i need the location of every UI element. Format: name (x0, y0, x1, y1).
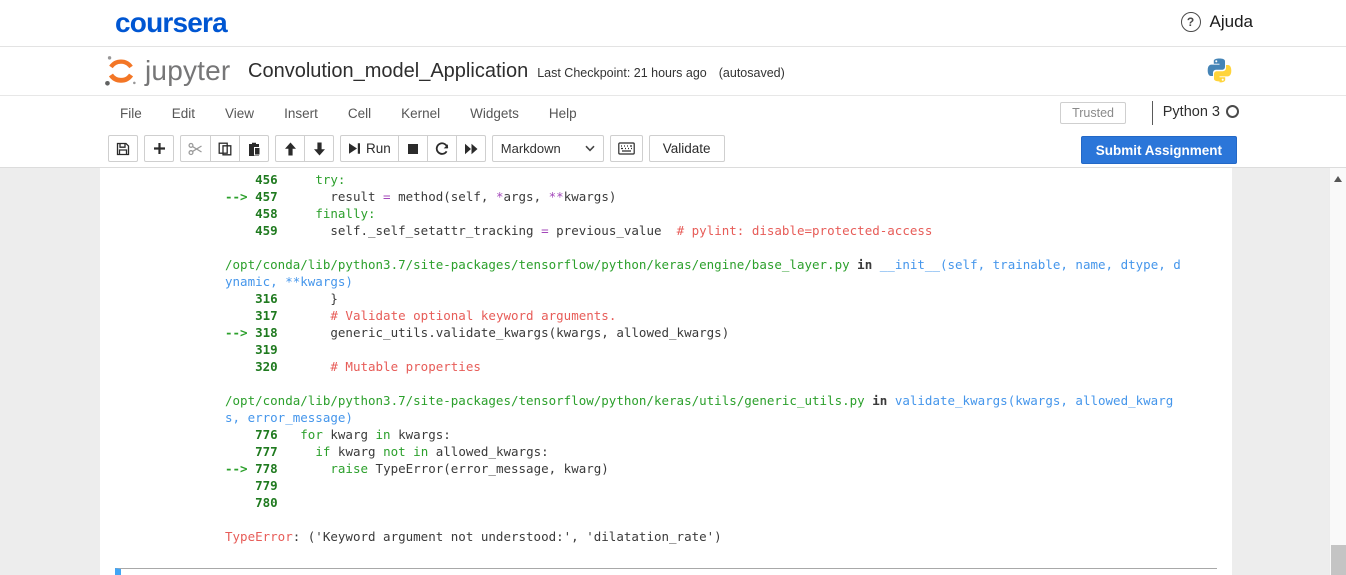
menu-edit[interactable]: Edit (172, 106, 195, 121)
notebook-scroll-area: 456 try: --> 457 result = method(self, *a… (0, 168, 1346, 575)
menu-help[interactable]: Help (549, 106, 577, 121)
kernel-idle-indicator-icon (1226, 105, 1239, 118)
refresh-icon (435, 141, 448, 155)
arrow-up-icon (284, 142, 296, 155)
submit-label: Submit Assignment (1095, 142, 1222, 158)
coursera-topbar: coursera ? Ajuda (0, 0, 1346, 47)
menu-widgets[interactable]: Widgets (470, 106, 519, 121)
stop-kernel-button[interactable] (397, 135, 428, 162)
stop-icon (407, 143, 418, 154)
submit-assignment-button[interactable]: Submit Assignment (1080, 136, 1237, 164)
plus-icon (153, 143, 165, 154)
run-cell-button[interactable]: Run (340, 135, 399, 162)
python-logo-icon (1205, 56, 1234, 90)
scissors-icon (188, 142, 202, 155)
restart-kernel-button[interactable] (426, 135, 457, 162)
paste-icon (249, 142, 261, 156)
coursera-logo[interactable]: coursera (115, 7, 228, 39)
restart-run-all-button[interactable] (455, 135, 486, 162)
copy-icon (218, 142, 232, 155)
scrollbar-thumb[interactable] (1331, 545, 1346, 575)
jupyter-header: jupyter Convolution_model_Application La… (0, 47, 1346, 96)
notebook-toolbar: Run Markdown Validate Submit Assignment (0, 130, 1346, 168)
trusted-badge: Trusted (1060, 102, 1126, 124)
kernel-divider (1152, 101, 1153, 125)
arrow-down-icon (313, 142, 325, 155)
cut-cell-button[interactable] (180, 135, 211, 162)
copy-cell-button[interactable] (210, 135, 240, 162)
move-cell-down-button[interactable] (304, 135, 334, 162)
jupyter-logo[interactable]: jupyter (103, 53, 230, 89)
cell-type-value: Markdown (500, 141, 561, 156)
run-label: Run (366, 141, 391, 156)
chevron-down-icon (585, 145, 595, 152)
scrollbar-up-arrow-icon[interactable] (1334, 176, 1342, 182)
notebook-page: 456 try: --> 457 result = method(self, *a… (100, 168, 1232, 575)
save-button[interactable] (108, 135, 138, 162)
help-link[interactable]: ? Ajuda (1180, 12, 1253, 32)
menu-file[interactable]: File (120, 106, 142, 121)
menu-insert[interactable]: Insert (284, 106, 318, 121)
keyboard-icon (617, 142, 635, 155)
vertical-scrollbar[interactable] (1329, 168, 1346, 575)
menubar: File Edit View Insert Cell Kernel Widget… (0, 96, 1346, 130)
kernel-name: Python 3 (1162, 104, 1220, 120)
traceback-output: 456 try: --> 457 result = method(self, *a… (225, 172, 1181, 544)
validate-button[interactable]: Validate (648, 135, 725, 162)
menu-cell[interactable]: Cell (348, 106, 371, 121)
step-forward-icon (349, 143, 360, 154)
menu-kernel[interactable]: Kernel (401, 106, 440, 121)
move-cell-up-button[interactable] (275, 135, 305, 162)
save-icon (116, 142, 130, 155)
question-circle-icon: ? (1180, 12, 1201, 32)
selected-code-cell-edge[interactable] (115, 568, 1217, 575)
command-palette-button[interactable] (609, 135, 643, 162)
paste-cell-button[interactable] (239, 135, 269, 162)
notebook-title[interactable]: Convolution_model_Application (248, 60, 528, 83)
checkpoint-status: Last Checkpoint: 21 hours ago (537, 66, 707, 80)
validate-label: Validate (662, 141, 711, 156)
cell-type-select[interactable]: Markdown (491, 135, 604, 162)
fast-forward-icon (464, 143, 478, 154)
help-label: Ajuda (1209, 12, 1253, 31)
jupyter-logo-icon (105, 56, 136, 86)
menu-view[interactable]: View (225, 106, 254, 121)
add-cell-button[interactable] (144, 135, 174, 162)
jupyter-logo-text: jupyter (145, 55, 231, 86)
autosave-status: (autosaved) (718, 66, 785, 80)
